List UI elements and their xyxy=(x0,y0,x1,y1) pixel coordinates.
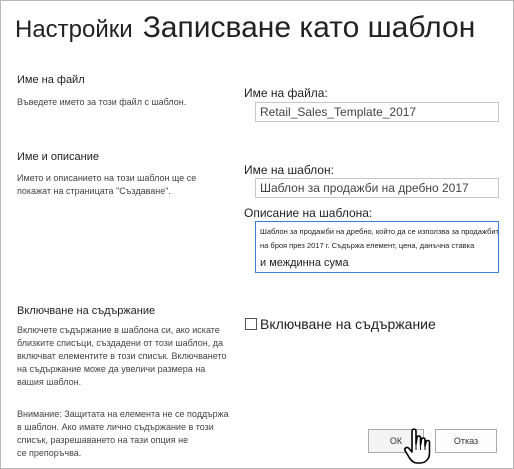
template-name-label: Име на шаблон: xyxy=(244,163,334,177)
warning-line: в шаблон. Ако имате лично съдържание в т… xyxy=(17,422,214,432)
hand-pointer-icon xyxy=(403,428,431,464)
breadcrumb-settings[interactable]: Настройки xyxy=(15,16,133,43)
template-name-input[interactable] xyxy=(255,178,499,198)
page-title: Записване като шаблон xyxy=(142,11,476,44)
content-description-line: на съдържание може да увеличи размера на xyxy=(17,364,206,374)
file-section-description: Въведете името за този файл с шаблон. xyxy=(17,97,187,107)
content-section-warning: Внимание: Защитата на елемента не се под… xyxy=(17,408,229,460)
name-section-description-line: Името и описанието на този шаблон ще се xyxy=(17,173,197,183)
template-description-label: Описание на шаблона: xyxy=(244,206,373,220)
description-text-line: Шаблон за продажби на дребно, който да с… xyxy=(260,227,499,236)
header: Настройки Записване като шаблон xyxy=(15,11,475,45)
content-description-line: вашия шаблон. xyxy=(17,377,82,387)
warning-line: списък, разрешаването на тази опция не xyxy=(17,435,189,445)
description-text-line: на броя през 2017 г. Съдържа елемент, це… xyxy=(260,241,475,250)
include-content-label[interactable]: Включване на съдържание xyxy=(260,316,436,332)
dialog-frame: Настройки Записване като шаблон Име на фа… xyxy=(0,0,514,469)
name-section-description: Името и описанието на този шаблон ще се … xyxy=(17,172,196,198)
warning-line: се препоръчва. xyxy=(17,448,82,458)
file-name-input[interactable] xyxy=(255,102,499,122)
include-content-option[interactable]: Включване на съдържание xyxy=(245,316,436,332)
file-section-title: Име на файл xyxy=(17,74,85,86)
name-section-description-line: покажат на страницата "Създаване". xyxy=(17,186,171,196)
template-description-textarea[interactable]: Шаблон за продажби на дребно, който да с… xyxy=(255,221,499,273)
name-section-title: Име и описание xyxy=(17,151,100,163)
content-description-line: включват елементите в този списък. Включ… xyxy=(17,351,227,361)
content-description-line: близките списъци, създадени от този шабл… xyxy=(17,338,223,348)
content-section-description: Включете съдържание в шаблона си, ако ис… xyxy=(17,324,226,389)
cancel-button[interactable]: Отказ xyxy=(435,429,497,453)
description-text-line: и междинна сума xyxy=(260,257,349,269)
include-content-checkbox[interactable] xyxy=(245,318,257,330)
file-name-label: Име на файла: xyxy=(244,86,328,100)
warning-line: Внимание: Защитата на елемента не се под… xyxy=(17,409,229,419)
content-description-line: Включете съдържание в шаблона си, ако ис… xyxy=(17,325,220,335)
content-section-title: Включване на съдържание xyxy=(17,305,156,317)
